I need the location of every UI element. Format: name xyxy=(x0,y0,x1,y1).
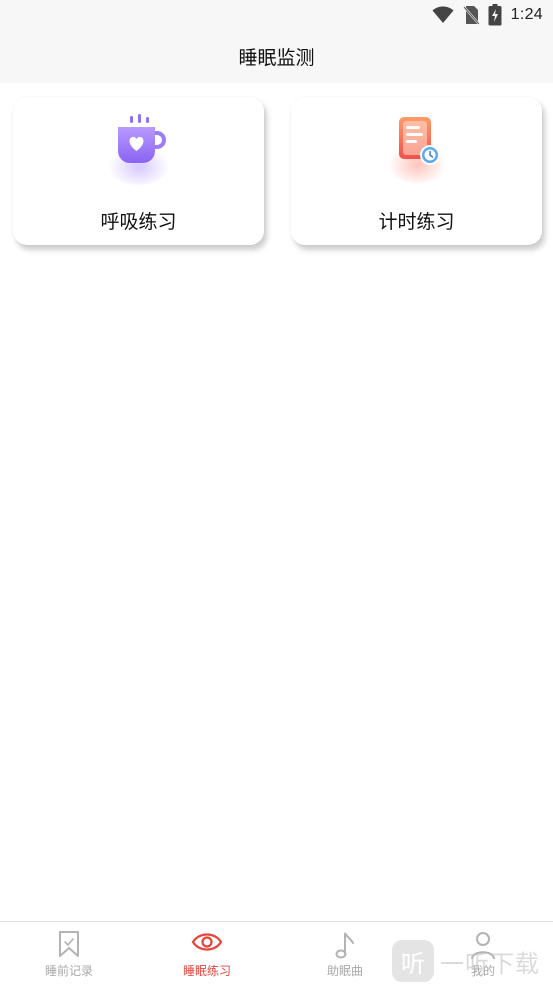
watermark-logo: 听 xyxy=(392,940,434,982)
bookmark-icon xyxy=(59,931,79,957)
app-header: 睡眠监测 xyxy=(0,30,553,83)
watermark-text: 一听下载 xyxy=(440,949,540,978)
eye-icon xyxy=(191,933,223,951)
wifi-icon xyxy=(432,6,454,23)
tab-label: 睡眠练习 xyxy=(182,964,231,978)
document-clock-icon xyxy=(384,117,449,183)
page-title: 睡眠监测 xyxy=(238,47,315,69)
tab-label: 睡前记录 xyxy=(44,964,93,978)
tab-sleep-music[interactable]: 助眠曲 xyxy=(285,922,405,984)
battery-charging-icon xyxy=(488,4,502,26)
tab-sleep-practice[interactable]: 睡眠练习 xyxy=(147,922,267,984)
timed-practice-card[interactable]: 计时练习 xyxy=(291,97,542,245)
card-label: 计时练习 xyxy=(378,211,455,233)
music-note-icon xyxy=(335,932,354,959)
tab-label: 助眠曲 xyxy=(326,964,363,978)
breathing-practice-card[interactable]: 呼吸练习 xyxy=(13,97,264,245)
coffee-cup-heart-icon xyxy=(104,114,173,185)
watermark: 听 一听下载 xyxy=(392,940,552,982)
status-time: 1:24 xyxy=(510,6,543,23)
tab-sleep-record[interactable]: 睡前记录 xyxy=(9,922,129,984)
no-sim-icon xyxy=(462,6,479,25)
card-label: 呼吸练习 xyxy=(100,211,177,233)
status-bar: 1:24 xyxy=(0,0,553,30)
